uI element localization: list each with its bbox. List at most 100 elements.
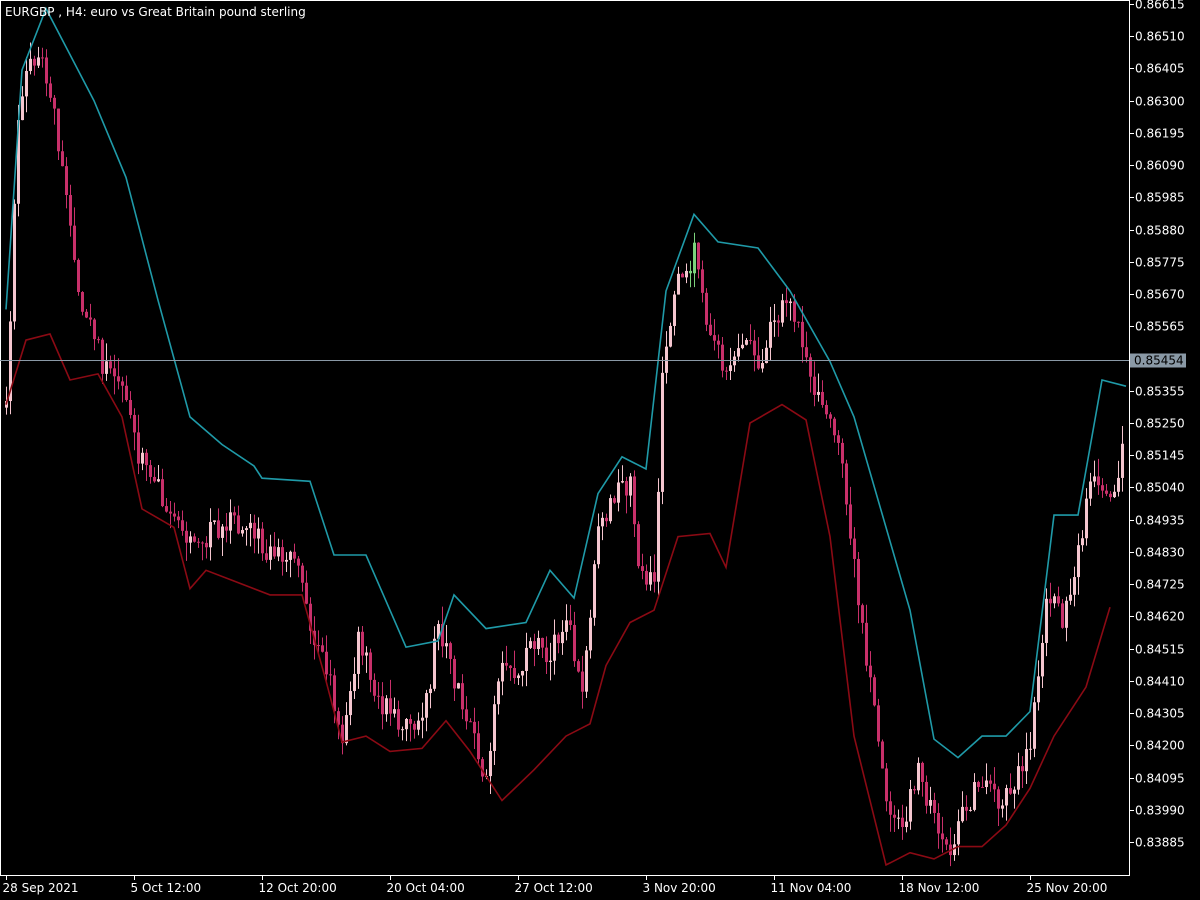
candle-body: [405, 718, 408, 730]
price-chart[interactable]: 0.86615 0.86510 0.86405 0.86300 0.86195 0.860…: [0, 0, 1200, 900]
candle-body: [321, 645, 324, 652]
candle-body: [861, 605, 864, 623]
candle-body: [329, 674, 332, 676]
candle-body: [1005, 788, 1008, 806]
candle-body: [801, 321, 804, 348]
candle-body: [1121, 443, 1124, 478]
candle-body: [57, 108, 60, 152]
candle-body: [353, 673, 356, 692]
candle-body: [761, 363, 764, 369]
candle-body: [185, 530, 188, 543]
candle-body: [277, 547, 280, 557]
candle-body: [837, 435, 840, 443]
candle-body: [877, 705, 880, 742]
candle-body: [1069, 594, 1072, 601]
candle-body: [401, 729, 404, 731]
candle-body: [173, 513, 176, 517]
candle-body: [917, 762, 920, 791]
candle-body: [725, 370, 728, 372]
candle-body: [505, 662, 508, 666]
y-tick-label: 0.85355: [1135, 385, 1185, 399]
candle-body: [989, 780, 992, 784]
candle-body: [1117, 477, 1120, 492]
candle-body: [897, 817, 900, 819]
candle-body: [473, 721, 476, 734]
candle-body: [453, 658, 456, 689]
candle-body: [781, 300, 784, 323]
candle-body: [89, 317, 92, 320]
candle-body: [333, 675, 336, 712]
candle-body: [105, 361, 108, 374]
candle-body: [685, 270, 688, 278]
candle-body: [265, 553, 268, 560]
candle-body: [25, 71, 28, 97]
candle-body: [621, 481, 624, 483]
candle-body: [425, 693, 428, 718]
x-tick-label: 12 Oct 20:00: [259, 881, 337, 895]
candle-body: [45, 57, 48, 84]
candle-body: [981, 786, 984, 788]
candle-body: [677, 273, 680, 295]
candle-body: [637, 524, 640, 567]
candle-body: [233, 512, 236, 516]
y-tick-label: 0.83990: [1135, 804, 1185, 818]
candle-body: [845, 463, 848, 505]
candle-body: [245, 528, 248, 531]
candle-body: [445, 643, 448, 647]
candle-body: [193, 536, 196, 542]
candle-body: [145, 452, 148, 466]
candle-body: [769, 321, 772, 348]
y-tick-label: 0.84410: [1135, 675, 1185, 689]
candle-body: [1045, 598, 1048, 643]
candle-body: [137, 432, 140, 464]
y-tick-label: 0.85670: [1135, 288, 1185, 302]
candle-body: [1013, 789, 1016, 794]
candle-body: [825, 404, 828, 415]
candle-body: [285, 559, 288, 562]
y-tick-label: 0.84200: [1135, 739, 1185, 753]
candle-body: [581, 671, 584, 692]
candle-body: [681, 273, 684, 278]
candle-body: [537, 637, 540, 649]
candle-body: [961, 806, 964, 822]
candle-body: [625, 481, 628, 496]
candle-body: [893, 814, 896, 818]
candle-body: [901, 817, 904, 828]
candle-body: [757, 355, 760, 369]
candle-body: [649, 572, 652, 585]
candle-body: [909, 789, 912, 822]
candle-body: [609, 498, 612, 522]
candle-body: [465, 709, 468, 722]
y-tick-label: 0.86510: [1135, 30, 1185, 44]
candle-body: [389, 698, 392, 714]
candle-body: [753, 340, 756, 356]
candle-body: [601, 517, 604, 527]
candle-body: [597, 526, 600, 565]
candle-body: [49, 83, 52, 98]
candle-body: [833, 418, 836, 436]
chart-title: EURGBP , H4: euro vs Great Britain pound…: [5, 5, 306, 19]
candle-body: [513, 668, 516, 679]
candle-body: [1109, 493, 1112, 498]
candle-body: [461, 683, 464, 710]
x-tick-label: 25 Nov 20:00: [1027, 881, 1108, 895]
candle-body: [741, 344, 744, 349]
candle-body: [929, 799, 932, 806]
candle-body: [1041, 642, 1044, 677]
candle-body: [281, 547, 284, 562]
candle-body: [717, 340, 720, 345]
candle-body: [273, 546, 276, 557]
candle-body: [977, 782, 980, 787]
candle-body: [317, 645, 320, 647]
candle-body: [393, 709, 396, 714]
candle-body: [289, 551, 292, 560]
candle-body: [65, 166, 68, 196]
candle-body: [689, 270, 692, 274]
candle-body: [945, 839, 948, 845]
candle-body: [665, 346, 668, 373]
candle-body: [613, 498, 616, 503]
candle-body: [1057, 596, 1060, 604]
candle-body: [365, 652, 368, 656]
candle-body: [933, 799, 936, 814]
candle-body: [1021, 766, 1024, 772]
